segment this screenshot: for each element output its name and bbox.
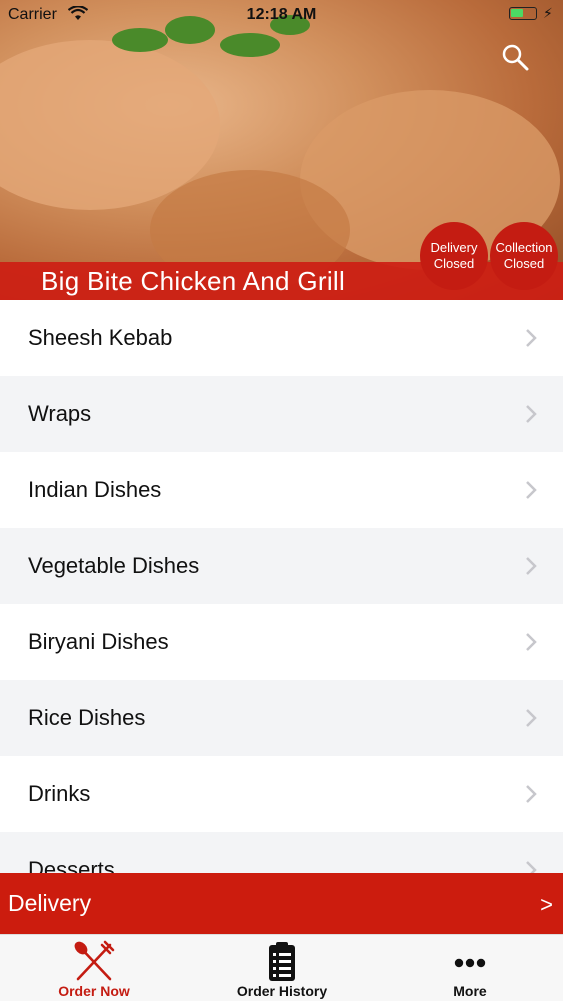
delivery-status-badge: Delivery Closed — [420, 222, 488, 290]
restaurant-name: Big Bite Chicken And Grill — [41, 266, 346, 296]
tab-order-history-label: Order History — [236, 983, 328, 999]
menu-category-row[interactable]: Rice Dishes — [0, 680, 563, 756]
menu-category-row[interactable]: Biryani Dishes — [0, 604, 563, 680]
menu-category-row[interactable]: Sheesh Kebab — [0, 300, 563, 376]
menu-category-row[interactable]: Wraps — [0, 376, 563, 452]
battery-icon — [509, 7, 537, 20]
chevron-right-icon — [526, 709, 537, 727]
delivery-badge-line2: Closed — [433, 256, 475, 271]
menu-category-label: Biryani Dishes — [28, 629, 169, 654]
fork-knife-icon — [74, 940, 115, 981]
menu-category-row[interactable]: Drinks — [0, 756, 563, 832]
delivery-mode-bar[interactable]: Delivery > — [0, 873, 563, 934]
menu-category-label: Rice Dishes — [28, 705, 146, 730]
tab-order-history[interactable]: Order History — [188, 935, 376, 1001]
tab-order-now[interactable]: Order Now — [0, 935, 188, 1001]
collection-badge-line1: Collection — [495, 240, 553, 255]
clipboard-icon — [269, 942, 295, 981]
bottom-tab-bar: Order Now Order History More — [0, 934, 563, 1001]
tab-order-now-label: Order Now — [58, 983, 130, 999]
delivery-badge-line1: Delivery — [430, 240, 478, 255]
chevron-right-icon — [526, 405, 537, 423]
menu-category-label: Sheesh Kebab — [28, 325, 173, 350]
chevron-right-icon — [526, 785, 537, 803]
delivery-mode-label: Delivery — [8, 890, 92, 916]
search-icon[interactable] — [500, 42, 530, 72]
status-bar: Carrier 12:18 AM ⚡ — [0, 0, 563, 30]
menu-category-label: Desserts — [28, 857, 115, 873]
more-dots-icon — [454, 958, 486, 968]
chevron-right-icon — [526, 557, 537, 575]
collection-badge-line2: Closed — [503, 256, 545, 271]
menu-category-label: Wraps — [28, 401, 92, 426]
menu-category-label: Drinks — [28, 781, 91, 806]
charging-icon: ⚡ — [543, 5, 553, 21]
chevron-right-icon — [526, 481, 537, 499]
menu-category-label: Indian Dishes — [28, 477, 162, 502]
menu-category-row[interactable]: Vegetable Dishes — [0, 528, 563, 604]
chevron-right-icon — [526, 633, 537, 651]
menu-category-row[interactable]: Desserts — [0, 832, 563, 873]
chevron-right-icon — [526, 861, 537, 873]
clock: 12:18 AM — [246, 6, 317, 23]
menu-category-row[interactable]: Indian Dishes — [0, 452, 563, 528]
tab-more[interactable]: More — [376, 935, 563, 1001]
collection-status-badge: Collection Closed — [490, 222, 558, 290]
chevron-right-icon — [526, 329, 537, 347]
tab-more-label: More — [453, 983, 487, 999]
delivery-arrow-icon: > — [540, 892, 553, 917]
menu-category-list[interactable]: Sheesh Kebab Wraps Indian Dishes Vegetab… — [0, 300, 563, 873]
menu-category-label: Vegetable Dishes — [28, 553, 200, 578]
hero-banner: Carrier 12:18 AM ⚡ Big Bite Chicken And … — [0, 0, 563, 300]
